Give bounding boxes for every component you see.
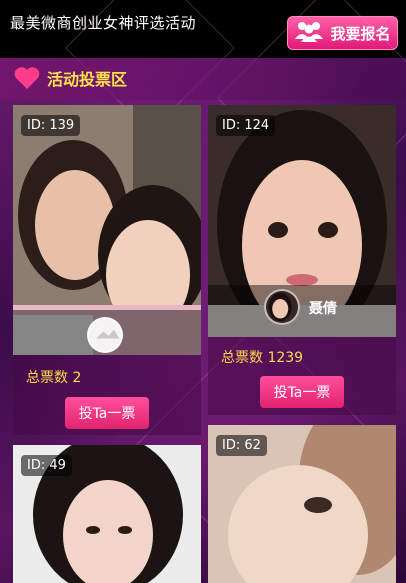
contestant-avatar xyxy=(87,317,123,353)
contestant-id-badge: ID: 49 xyxy=(21,455,72,476)
contestant-card: ID: 139 总票数 2 投Ta一票 xyxy=(13,105,201,435)
contestant-id-badge: ID: 62 xyxy=(216,435,267,456)
vote-button[interactable]: 投Ta一票 xyxy=(260,376,344,408)
contestant-id-badge: ID: 124 xyxy=(216,115,276,136)
heart-icon xyxy=(14,66,40,90)
contestant-card: ID: 62 xyxy=(208,425,396,583)
contestant-name: 聂倩 xyxy=(309,301,337,317)
contestant-name-bar xyxy=(208,285,396,337)
contestant-card: ID: 124 聂倩 总票数 1239 投Ta一票 xyxy=(208,105,396,415)
vote-count: 总票数 2 xyxy=(26,370,82,386)
contestant-id-badge: ID: 139 xyxy=(21,115,81,136)
contestant-avatar xyxy=(264,289,300,325)
section-title: 活动投票区 xyxy=(47,70,128,89)
contestant-card: ID: 49 xyxy=(13,445,201,583)
vote-button[interactable]: 投Ta一票 xyxy=(65,397,149,429)
vote-count: 总票数 1239 xyxy=(221,350,304,366)
